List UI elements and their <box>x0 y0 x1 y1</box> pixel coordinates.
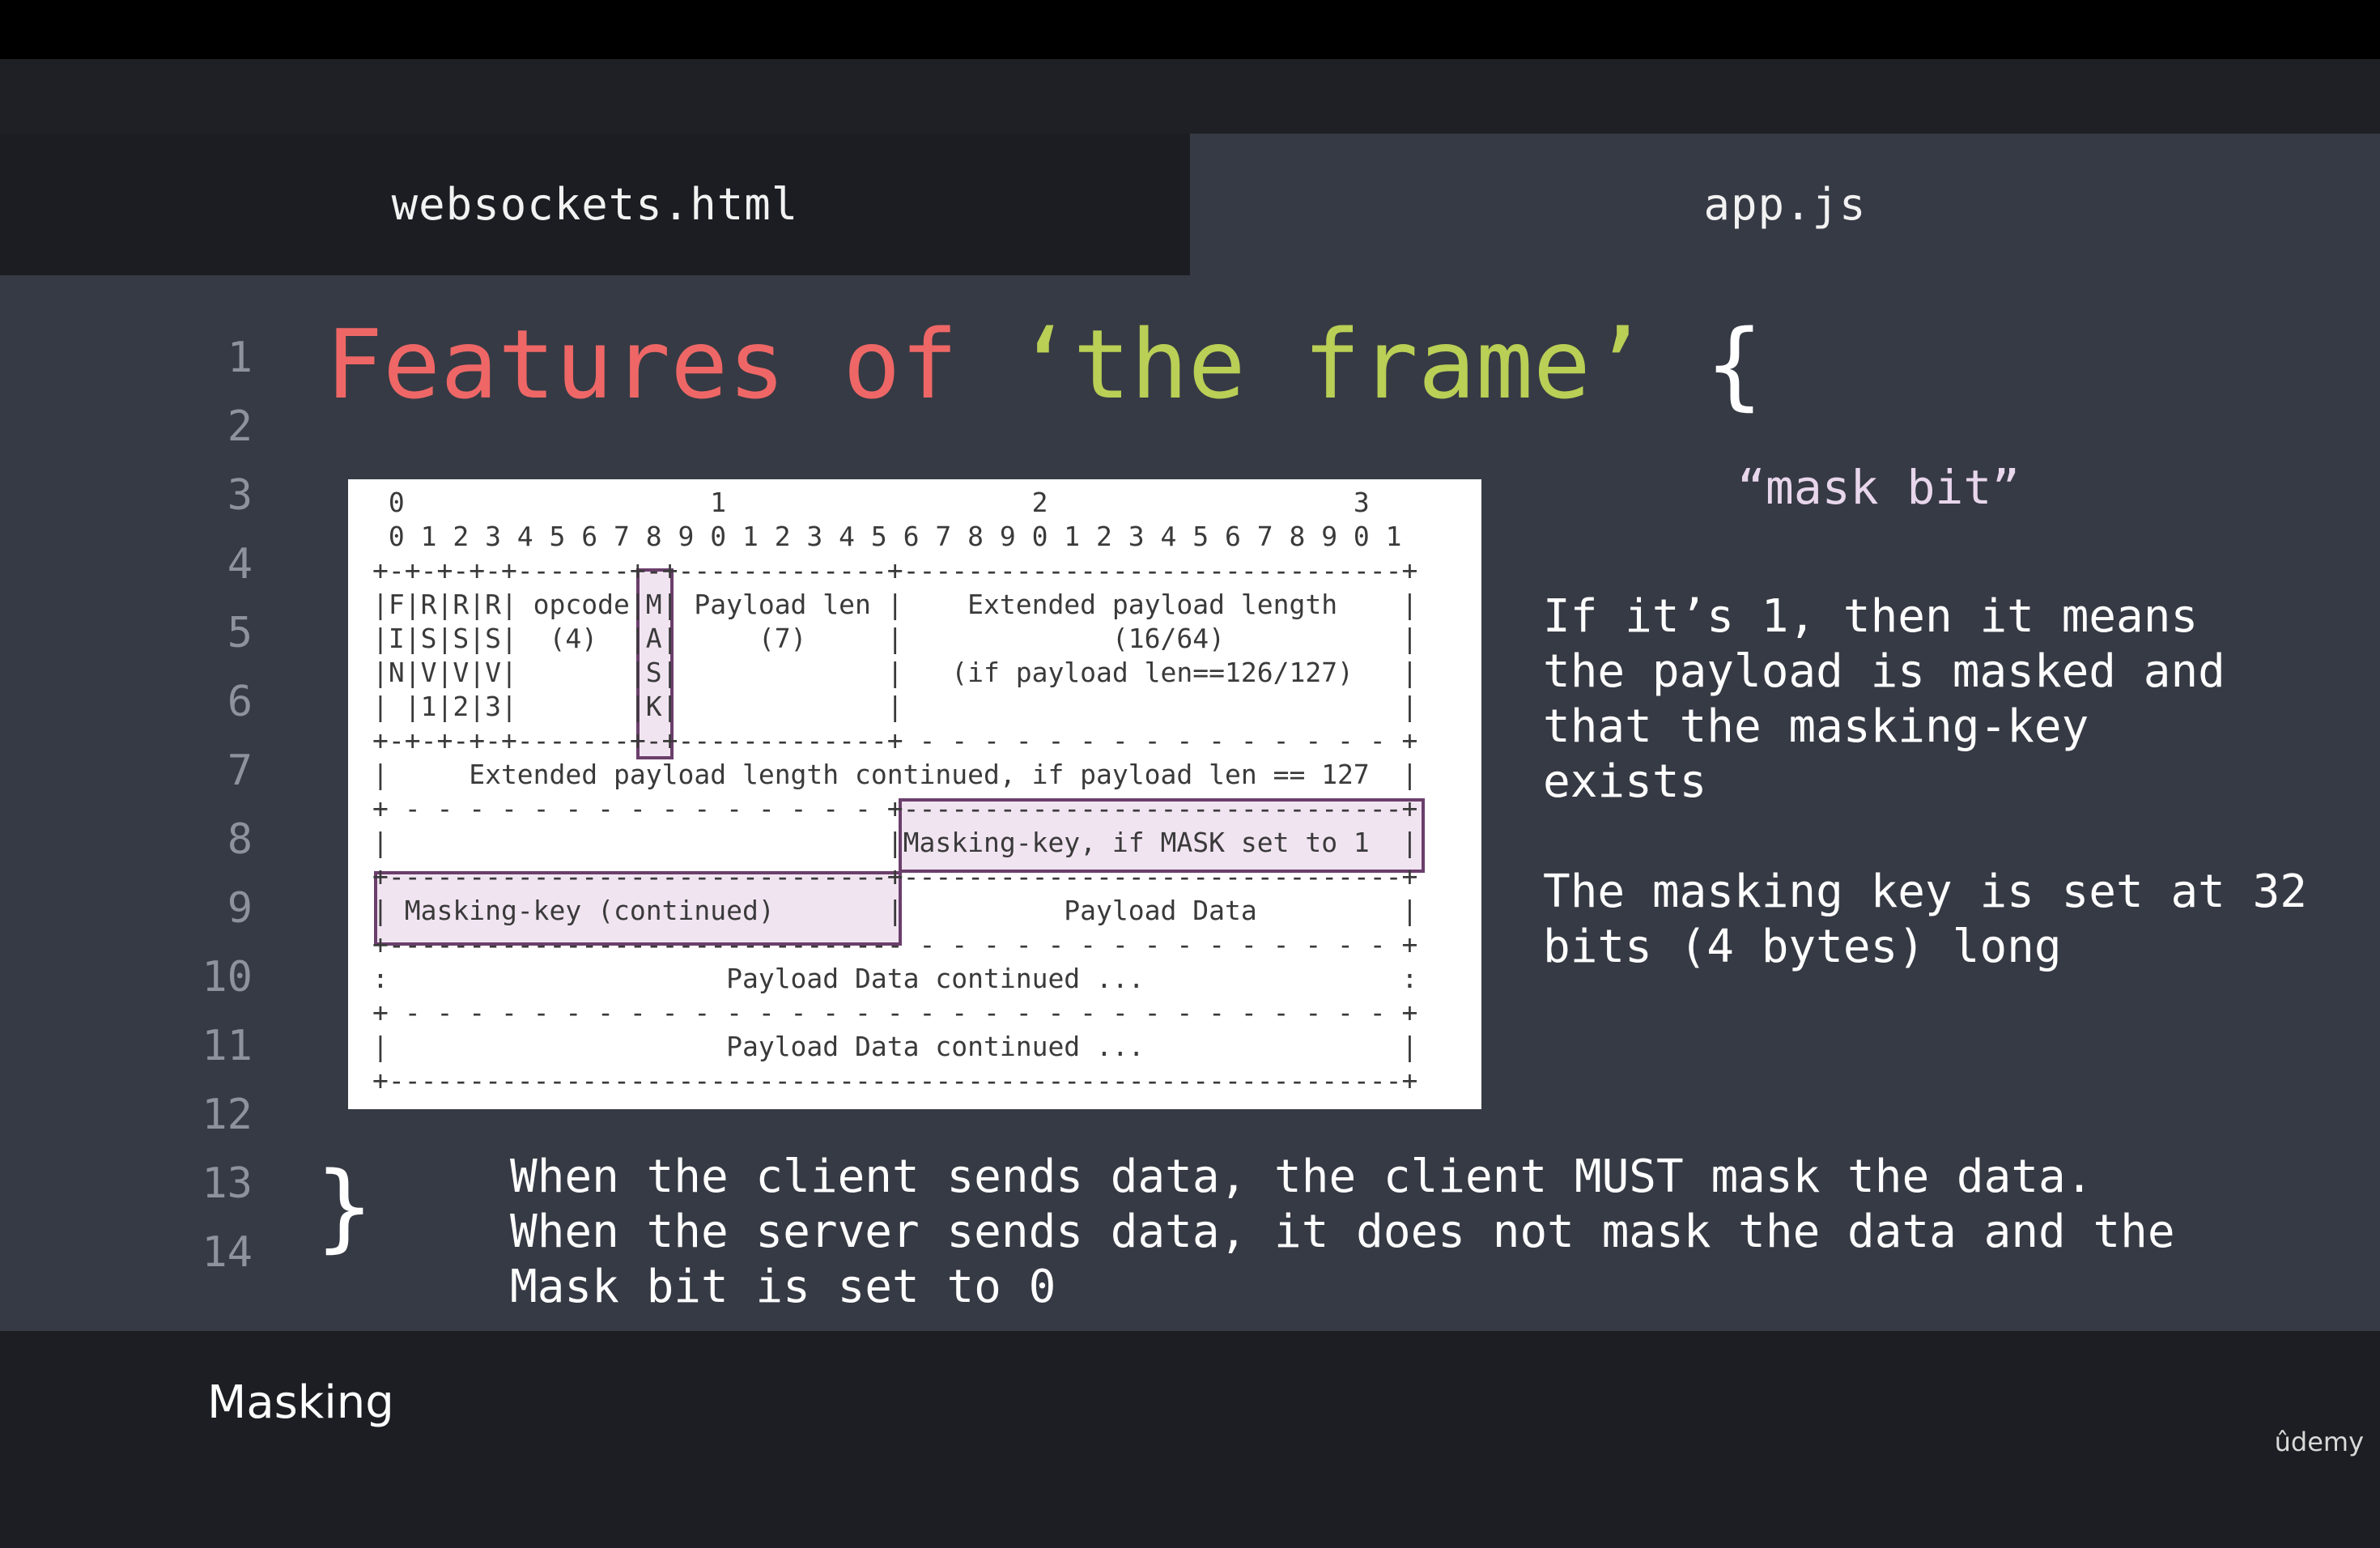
diagram-line: | Payload Data continued ... | <box>372 1031 1418 1062</box>
open-brace: { <box>1647 308 1764 420</box>
tab-websockets-html[interactable]: websockets.html <box>0 134 1190 275</box>
editor-area: 1 2 3 4 5 6 7 8 9 10 11 12 13 14 Feature… <box>0 275 2380 1331</box>
diagram-line: | Extended payload length continued, if … <box>372 759 1418 790</box>
title-part-features: Features of <box>325 308 1016 420</box>
diagram-line: 0 1 2 3 <box>372 487 1370 518</box>
close-brace: } <box>316 1150 374 1262</box>
line-number: 10 <box>202 953 253 1002</box>
diagram-line: |I|S|S|S| (4) |A| (7) | (16/64) | <box>372 623 1418 654</box>
diagram-line: +-------------------------------+-------… <box>372 861 1418 892</box>
diagram-line: 0 1 2 3 4 5 6 7 8 9 0 1 2 3 4 5 6 7 8 9 … <box>372 521 1402 552</box>
line-number: 4 <box>227 540 253 589</box>
udemy-logo: ûdemy <box>2274 1427 2364 1457</box>
title-part-the-frame: ‘the frame’ <box>1015 308 1648 420</box>
tab-label: websockets.html <box>391 179 799 230</box>
diagram-line: |N|V|V|V| |S| | (if payload len==126/127… <box>372 657 1418 688</box>
line-number: 7 <box>227 746 253 795</box>
masking-key-size-note: The masking key is set at 32 bits (4 byt… <box>1543 865 2308 973</box>
line-number: 1 <box>227 334 253 382</box>
line-number: 5 <box>227 609 253 657</box>
line-number: 3 <box>227 471 253 520</box>
line-number: 2 <box>227 402 253 451</box>
line-number: 8 <box>227 815 253 864</box>
diagram-line: | Masking-key (continued) | Payload Data… <box>372 895 1418 926</box>
diagram-line: + - - - - - - - - - - - - - - - - - - - … <box>372 997 1418 1028</box>
slide-title: Features of ‘the frame’ { <box>325 308 1763 421</box>
line-number: 9 <box>227 884 253 933</box>
diagram-line: +-------------------------------- - - - … <box>372 929 1418 960</box>
editor-tab-bar: websockets.html app.js <box>0 134 2380 275</box>
diagram-line: +-+-+-+-+-------+-+-------------+-------… <box>372 555 1418 586</box>
tab-app-js[interactable]: app.js <box>1190 134 2380 275</box>
diagram-line: | |1|2|3| |K| | | <box>372 691 1418 722</box>
window-band <box>0 59 2380 134</box>
line-number: 6 <box>227 678 253 726</box>
diagram-line: +-+-+-+-+-------+-+-------------+ - - - … <box>372 725 1418 756</box>
diagram-line: + - - - - - - - - - - - - - - - +-------… <box>372 793 1418 824</box>
websocket-frame-diagram: 0 1 2 3 0 1 2 3 4 5 6 7 8 9 0 1 2 3 4 5 … <box>348 479 1481 1109</box>
line-number: 11 <box>202 1022 253 1070</box>
line-number: 14 <box>202 1228 253 1277</box>
caption-bar: Masking ûdemy <box>0 1331 2380 1548</box>
diagram-line: |F|R|R|R| opcode|M| Payload len | Extend… <box>372 589 1418 620</box>
mask-bit-explanation: If it’s 1, then it means the payload is … <box>1543 590 2225 808</box>
diagram-line: +---------------------------------------… <box>372 1065 1418 1096</box>
section-caption: Masking <box>207 1376 394 1429</box>
client-server-masking-note: When the client sends data, the client M… <box>510 1150 2175 1313</box>
diagram-line: : Payload Data continued ... : <box>372 963 1418 994</box>
top-black-bar <box>0 0 2380 59</box>
line-number: 13 <box>202 1159 253 1208</box>
mask-bit-heading: “mask bit” <box>1737 460 2021 515</box>
diagram-line: | |Masking-key, if MASK set to 1 | <box>372 827 1418 858</box>
line-number-gutter: 1 2 3 4 5 6 7 8 9 10 11 12 13 14 <box>0 275 267 1331</box>
line-number: 12 <box>202 1091 253 1139</box>
tab-label: app.js <box>1703 179 1867 230</box>
